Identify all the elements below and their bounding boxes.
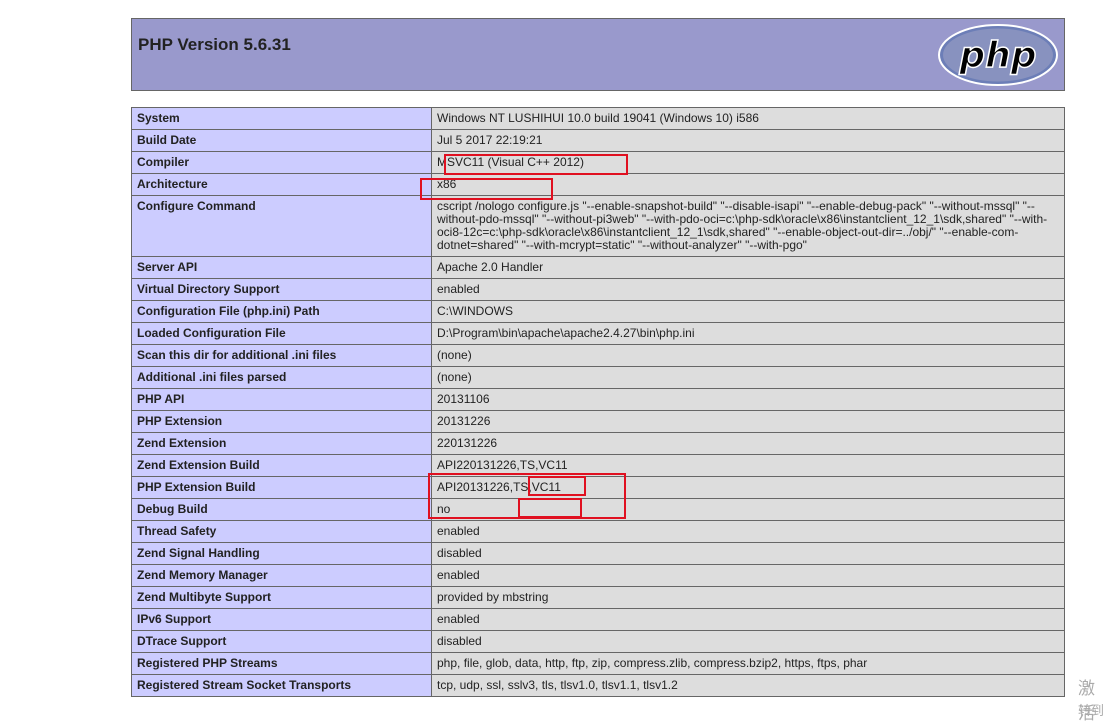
table-row: Loaded Configuration File D:\Program\bin\… (131, 322, 1065, 345)
row-value: cscript /nologo configure.js "--enable-s… (431, 195, 1065, 257)
row-key: Zend Memory Manager (131, 564, 432, 587)
row-key: Server API (131, 256, 432, 279)
row-value: (none) (431, 366, 1065, 389)
row-key: Architecture (131, 173, 432, 196)
phpinfo-container: PHP Version 5.6.31 php System Windows NT … (131, 18, 1065, 697)
table-row: Zend Extension 220131226 (131, 432, 1065, 455)
row-key: Debug Build (131, 498, 432, 521)
row-value: Apache 2.0 Handler (431, 256, 1065, 279)
table-row: Virtual Directory Support enabled (131, 278, 1065, 301)
row-value: disabled (431, 542, 1065, 565)
row-value: enabled (431, 564, 1065, 587)
row-key: Zend Multibyte Support (131, 586, 432, 609)
highlight-compiler (444, 154, 628, 175)
table-row: Zend Memory Manager enabled (131, 564, 1065, 587)
table-row: System Windows NT LUSHIHUI 10.0 build 190… (131, 107, 1065, 130)
table-row: Build Date Jul 5 2017 22:19:21 (131, 129, 1065, 152)
row-key: Zend Extension Build (131, 454, 432, 477)
row-key: Scan this dir for additional .ini files (131, 344, 432, 367)
row-value: enabled (431, 520, 1065, 543)
table-row: Registered PHP Streams php, file, glob, d… (131, 652, 1065, 675)
row-value: 20131106 (431, 388, 1065, 411)
row-value: Jul 5 2017 22:19:21 (431, 129, 1065, 152)
row-key: Registered Stream Socket Transports (131, 674, 432, 697)
row-key: IPv6 Support (131, 608, 432, 631)
row-key: Build Date (131, 129, 432, 152)
row-value: (none) (431, 344, 1065, 367)
table-row: Zend Signal Handling disabled (131, 542, 1065, 565)
row-value: enabled (431, 608, 1065, 631)
table-row: Registered Stream Socket Transports tcp, … (131, 674, 1065, 697)
row-value: C:\WINDOWS (431, 300, 1065, 323)
table-row: Server API Apache 2.0 Handler (131, 256, 1065, 279)
highlight-architecture (420, 178, 553, 200)
table-row: Configure Command cscript /nologo configu… (131, 195, 1065, 257)
row-key: Thread Safety (131, 520, 432, 543)
row-value: 220131226 (431, 432, 1065, 455)
table-row: Scan this dir for additional .ini files(… (131, 344, 1065, 367)
row-key: Configuration File (php.ini) Path (131, 300, 432, 323)
row-key: Zend Extension (131, 432, 432, 455)
php-logo: php (938, 24, 1058, 86)
table-row: PHP API 20131106 (131, 388, 1065, 411)
row-key: System (131, 107, 432, 130)
table-row: DTrace Support disabled (131, 630, 1065, 653)
table-row: PHP Extension 20131226 (131, 410, 1065, 433)
table-row: IPv6 Support enabled (131, 608, 1065, 631)
highlight-ts-vc11-zend (528, 476, 586, 496)
table-row: Configuration File (php.ini) Path C:\WIND… (131, 300, 1065, 323)
row-value: 20131226 (431, 410, 1065, 433)
row-key: Compiler (131, 151, 432, 174)
row-key: PHP Extension (131, 410, 432, 433)
row-key: Additional .ini files parsed (131, 366, 432, 389)
table-row: Architecture x86 (131, 173, 1065, 196)
row-key: Zend Signal Handling (131, 542, 432, 565)
row-value: Windows NT LUSHIHUI 10.0 build 19041 (Wi… (431, 107, 1065, 130)
table-row: Additional .ini files parsed (none) (131, 366, 1065, 389)
row-value: tcp, udp, ssl, sslv3, tls, tlsv1.0, tlsv… (431, 674, 1065, 697)
table-row: Zend Multibyte Support provided by mbstri… (131, 586, 1065, 609)
info-table: System Windows NT LUSHIHUI 10.0 build 190… (131, 107, 1065, 697)
row-key: Registered PHP Streams (131, 652, 432, 675)
row-value: disabled (431, 630, 1065, 653)
row-value: enabled (431, 278, 1065, 301)
table-row: Thread Safety enabled (131, 520, 1065, 543)
row-key: Virtual Directory Support (131, 278, 432, 301)
side-text-line2: 转到 (1078, 704, 1105, 719)
highlight-ts-vc11-php (518, 498, 582, 518)
page-header: PHP Version 5.6.31 php (131, 18, 1065, 91)
row-key: Configure Command (131, 195, 432, 257)
row-value: provided by mbstring (431, 586, 1065, 609)
row-value: D:\Program\bin\apache\apache2.4.27\bin\p… (431, 322, 1065, 345)
row-key: PHP Extension Build (131, 476, 432, 499)
row-key: DTrace Support (131, 630, 432, 653)
php-logo-text: php (958, 35, 1036, 76)
row-key: PHP API (131, 388, 432, 411)
page-title: PHP Version 5.6.31 (138, 35, 291, 54)
row-key: Loaded Configuration File (131, 322, 432, 345)
row-value: php, file, glob, data, http, ftp, zip, c… (431, 652, 1065, 675)
